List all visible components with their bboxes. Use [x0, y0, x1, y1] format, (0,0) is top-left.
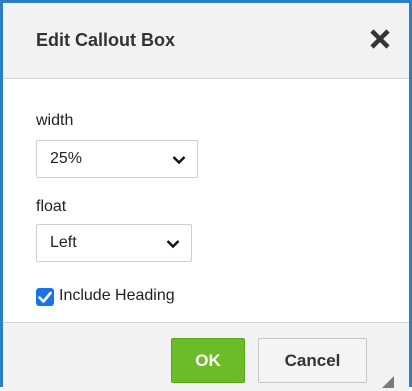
width-select-value: 25% — [50, 150, 83, 167]
dialog-title: Edit Callout Box — [36, 30, 175, 50]
edit-callout-dialog: Edit Callout Box width 25% float Left In… — [0, 0, 412, 391]
dialog-footer: OK Cancel — [3, 322, 409, 391]
chevron-down-icon — [166, 240, 180, 249]
include-heading-label: Include Heading — [59, 287, 175, 304]
chevron-down-icon — [172, 156, 186, 165]
include-heading-checkbox[interactable] — [36, 288, 54, 306]
checkmark-icon — [38, 291, 52, 303]
width-label: width — [36, 112, 74, 129]
dialog-titlebar: Edit Callout Box — [3, 3, 409, 79]
close-icon — [370, 29, 390, 49]
close-button[interactable] — [367, 25, 393, 53]
cancel-button[interactable]: Cancel — [258, 338, 367, 383]
float-select-value: Left — [50, 234, 77, 251]
float-select[interactable]: Left — [36, 224, 192, 262]
float-label: float — [36, 198, 67, 215]
resize-grip-icon[interactable] — [382, 376, 394, 388]
ok-button[interactable]: OK — [171, 338, 245, 383]
width-select[interactable]: 25% — [36, 140, 198, 178]
